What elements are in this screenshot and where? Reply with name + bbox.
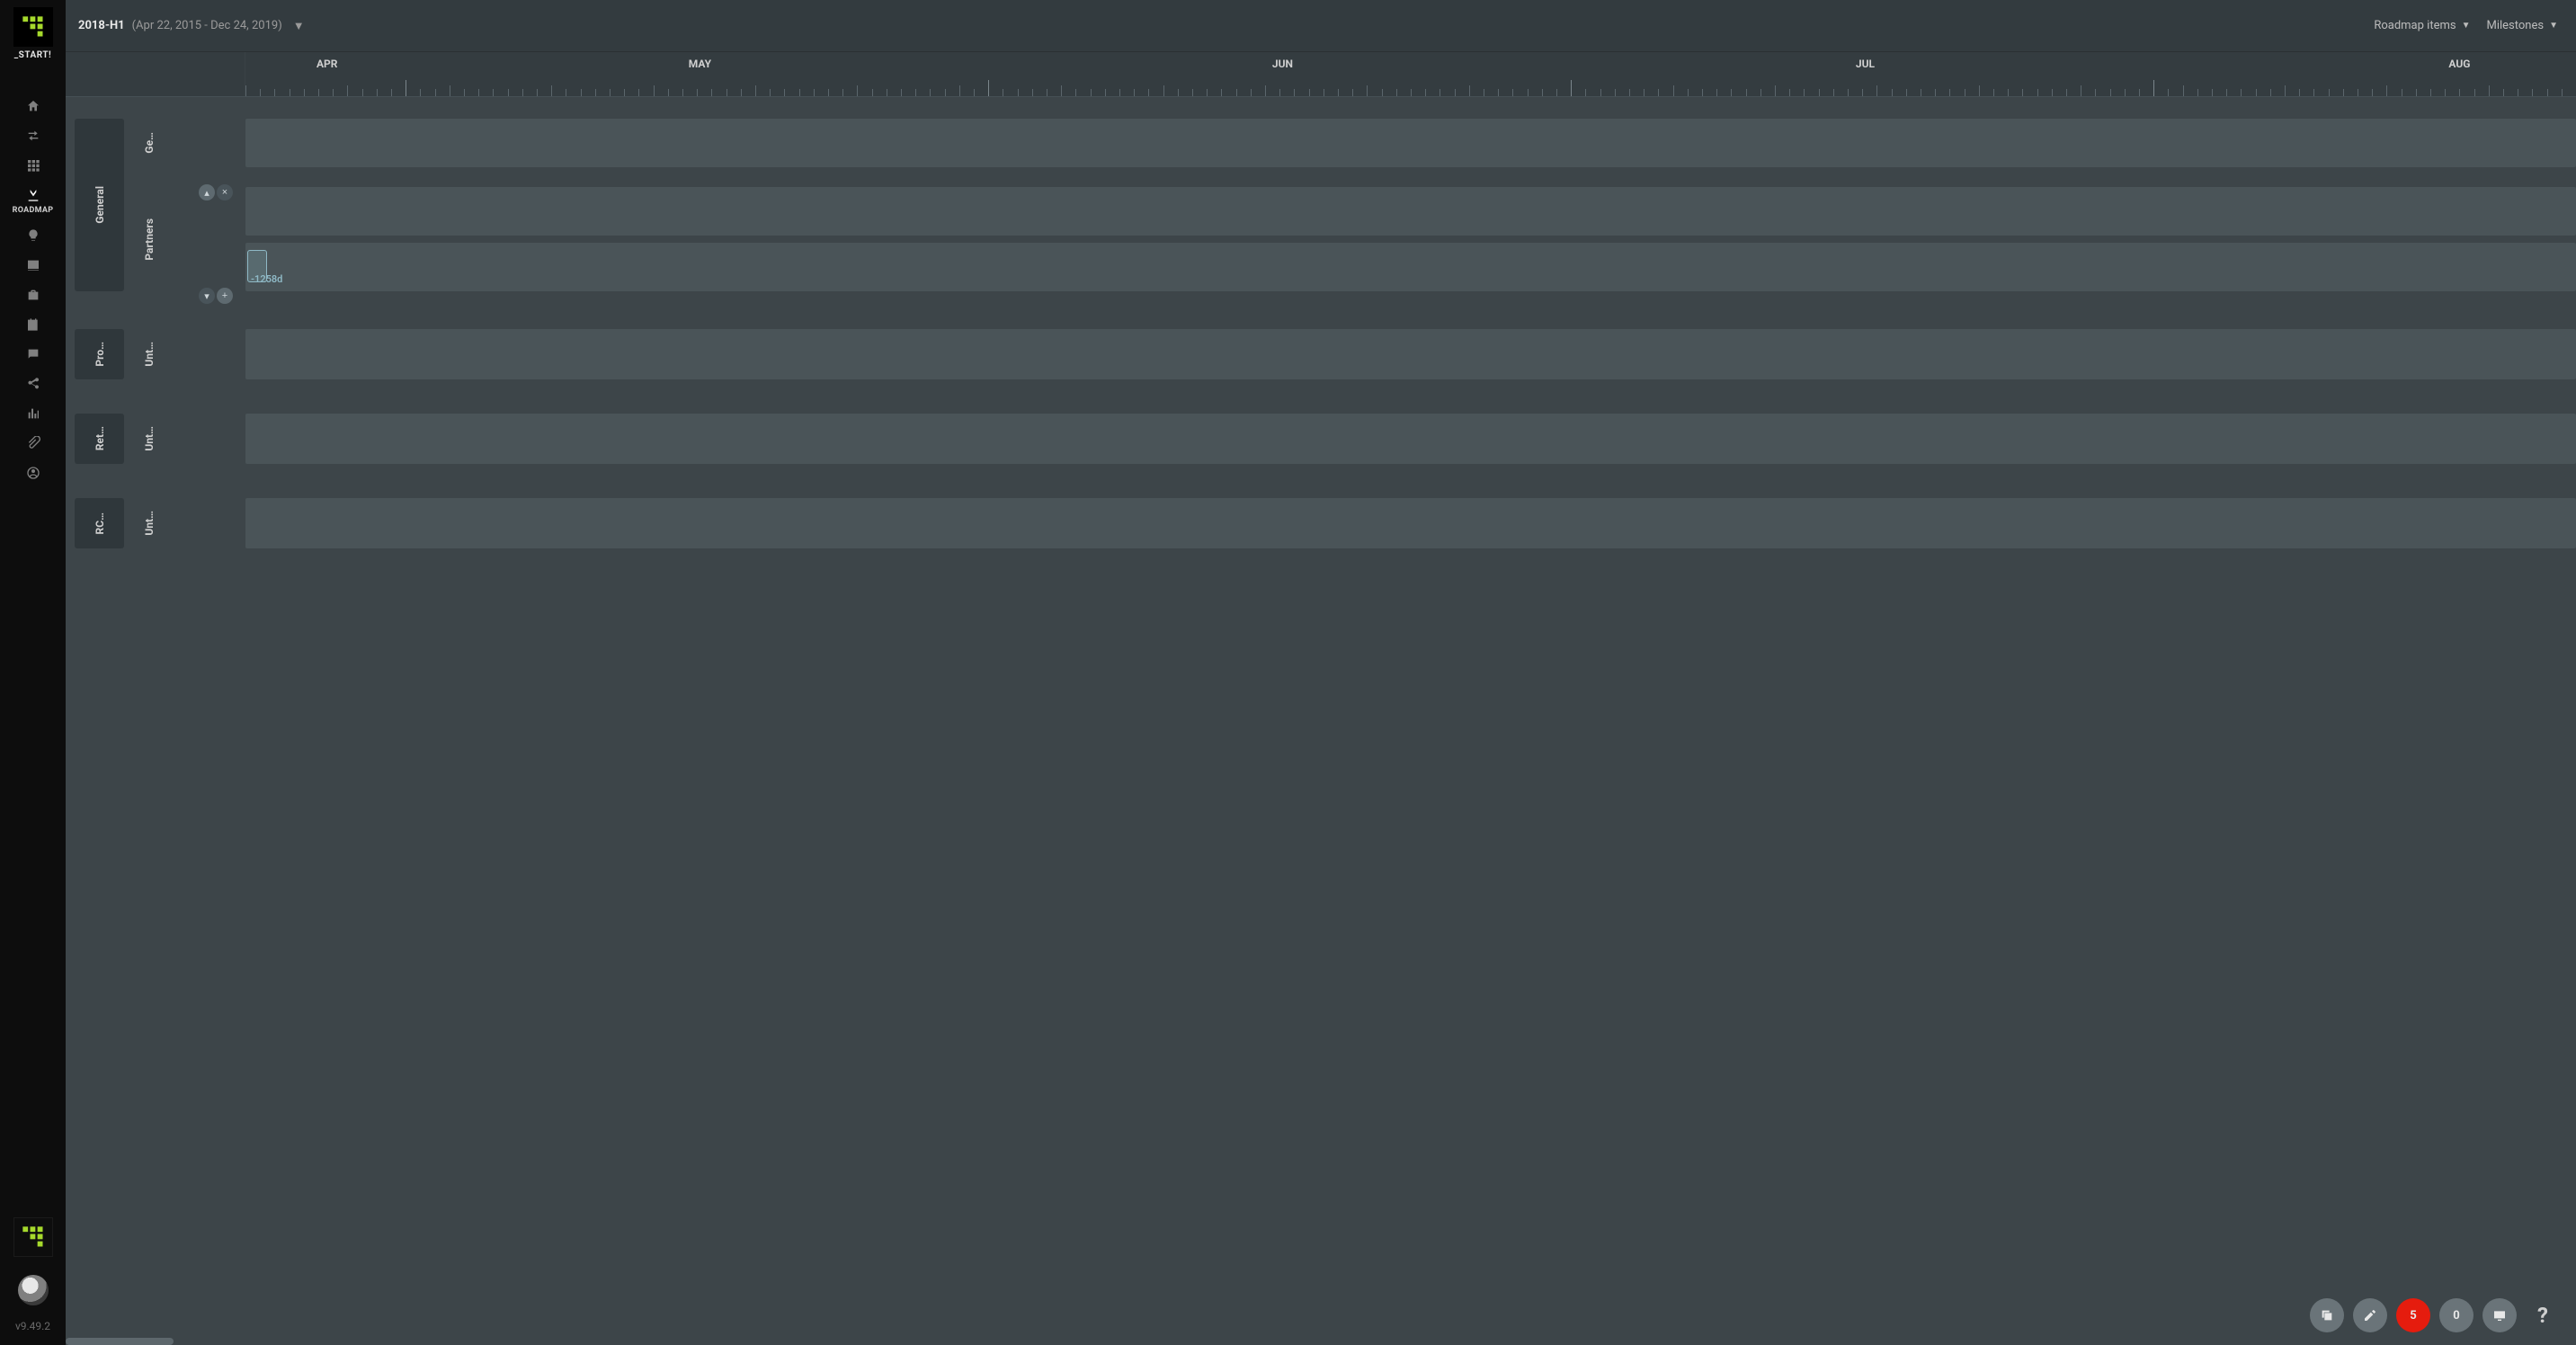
lane-rc-label: RC… [94, 512, 106, 534]
sublane-add[interactable]: + [217, 288, 233, 304]
lane-general-label: General [94, 186, 106, 224]
lane-gutter: General Ge… ▴ × Partners ▾ + [66, 97, 245, 1345]
month-label: JUN [1272, 58, 1293, 70]
topbar: 2018-H1 (Apr 22, 2015 - Dec 24, 2019) ▼ … [66, 0, 2576, 52]
timeframe-range: (Apr 22, 2015 - Dec 24, 2019) [132, 19, 282, 32]
fab-bar: 5 0 ? [2310, 1298, 2560, 1332]
sublane-partners[interactable]: Partners [133, 187, 165, 291]
menu-milestones-label: Milestones [2486, 19, 2544, 32]
fab-edit[interactable] [2353, 1298, 2387, 1332]
sublane-rc[interactable]: Unt… [133, 498, 165, 548]
nav-grid[interactable] [0, 150, 66, 180]
lane-rc[interactable]: RC… [75, 498, 124, 548]
gutter-scrollbar[interactable] [66, 1336, 245, 1345]
fab-present[interactable] [2482, 1298, 2517, 1332]
lane-ret[interactable]: Ret… [75, 414, 124, 464]
ruler-ticks [245, 80, 2576, 96]
project-name[interactable]: _START! [14, 50, 52, 60]
sublane-rc-label: Unt… [143, 511, 156, 536]
nav-reports[interactable] [0, 398, 66, 428]
row-rc[interactable] [245, 498, 2576, 548]
row-partners-1[interactable] [245, 187, 2576, 236]
nav-briefcase[interactable] [0, 280, 66, 309]
menu-milestones[interactable]: Milestones ▼ [2486, 19, 2558, 32]
fab-copy[interactable] [2310, 1298, 2344, 1332]
timeframe-title: 2018-H1 [78, 19, 125, 32]
nav-share[interactable] [0, 369, 66, 398]
workarea: General Ge… ▴ × Partners ▾ + [66, 97, 2576, 1345]
sublane-partners-label: Partners [143, 218, 156, 261]
left-rail: _START! ROADMAP [0, 0, 66, 1345]
sublane-general-1-label: Ge… [143, 132, 156, 154]
nav-calendar[interactable] [0, 309, 66, 339]
caret-down-icon: ▼ [2549, 21, 2558, 31]
help-button[interactable]: ? [2526, 1298, 2560, 1332]
sublane-remove[interactable]: × [217, 184, 233, 200]
row-general-1[interactable] [245, 119, 2576, 167]
caret-down-icon: ▼ [2462, 21, 2471, 31]
roadmap-item-offset-label: -1258d [251, 273, 282, 285]
nav-iterations[interactable] [0, 120, 66, 150]
nav-home[interactable] [0, 91, 66, 120]
menu-roadmap-items[interactable]: Roadmap items ▼ [2374, 19, 2470, 32]
rail-nav: ROADMAP [0, 91, 66, 487]
sublane-general-1[interactable]: Ge… [133, 119, 165, 167]
month-label: APR [316, 58, 337, 70]
org-logo[interactable] [13, 1217, 53, 1257]
timeframe-selector[interactable]: 2018-H1 (Apr 22, 2015 - Dec 24, 2019) ▼ [78, 19, 305, 33]
month-label: AUG [2448, 58, 2470, 70]
lane-pro[interactable]: Pro… [75, 329, 124, 379]
fab-count-secondary[interactable]: 0 [2439, 1298, 2473, 1332]
app-root: _START! ROADMAP [0, 0, 2576, 1345]
fab-count-alert[interactable]: 5 [2396, 1298, 2430, 1332]
row-pro[interactable] [245, 329, 2576, 379]
month-label: MAY [689, 58, 711, 70]
app-version: v9.49.2 [15, 1320, 50, 1332]
timeline-ruler[interactable]: APR MAY JUN JUL AUG [66, 52, 2576, 97]
fab-count-secondary-value: 0 [2453, 1309, 2459, 1323]
nav-chat[interactable] [0, 339, 66, 369]
sublane-move-up[interactable]: ▴ [199, 184, 215, 200]
sublane-pro[interactable]: Unt… [133, 329, 165, 379]
gutter-scrollbar-thumb[interactable] [66, 1338, 174, 1345]
menu-roadmap-items-label: Roadmap items [2374, 19, 2456, 32]
nav-board[interactable] [0, 250, 66, 280]
fab-count-alert-value: 5 [2410, 1309, 2416, 1323]
user-avatar[interactable] [18, 1275, 49, 1305]
lane-pro-label: Pro… [94, 342, 106, 367]
month-label: JUL [1856, 58, 1875, 70]
ruler-track[interactable]: APR MAY JUN JUL AUG [245, 52, 2576, 96]
lane-general[interactable]: General [75, 119, 124, 291]
main-area: 2018-H1 (Apr 22, 2015 - Dec 24, 2019) ▼ … [66, 0, 2576, 1345]
nav-roadmap-label: ROADMAP [13, 206, 54, 215]
row-partners-2[interactable] [245, 243, 2576, 291]
nav-attachments[interactable] [0, 428, 66, 458]
sublane-pro-label: Unt… [143, 342, 156, 367]
row-ret[interactable] [245, 414, 2576, 464]
timeline-rows[interactable]: -1258d [245, 97, 2576, 1345]
sublane-ret-label: Unt… [143, 426, 156, 451]
caret-down-icon: ▼ [293, 19, 305, 33]
lane-ret-label: Ret… [94, 426, 106, 450]
nav-ideas[interactable] [0, 220, 66, 250]
sublane-move-down[interactable]: ▾ [199, 288, 215, 304]
sublane-ret[interactable]: Unt… [133, 414, 165, 464]
nav-profile[interactable] [0, 458, 66, 487]
app-logo[interactable] [13, 7, 53, 47]
